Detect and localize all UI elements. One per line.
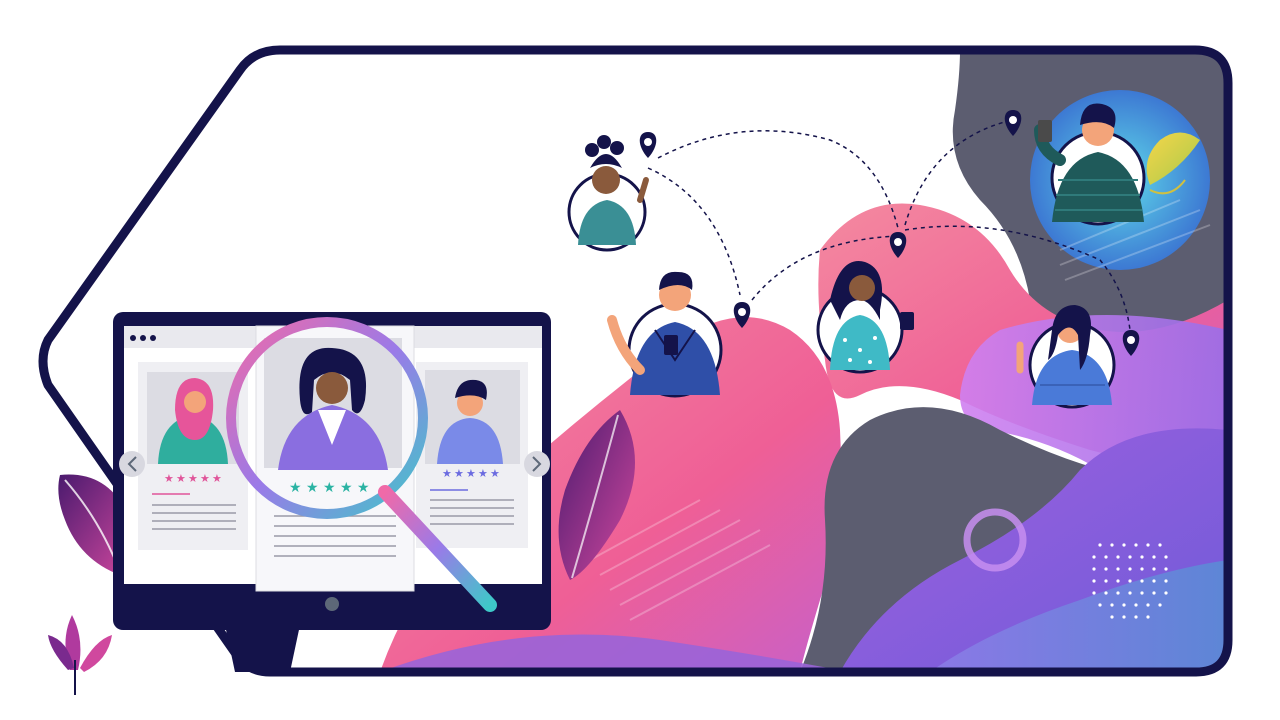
svg-text:★: ★ (164, 472, 174, 485)
profile-card-center[interactable]: ★ ★ ★ ★ ★ (255, 325, 415, 592)
window-dots-icon (130, 335, 156, 341)
illustration-scene: ★ ★ ★ ★ ★ ★ ★ ★ ★ ★ ★ ★ ★ ★ ★ (38, 45, 1233, 695)
star-icon: ★ ★ ★ ★ ★ (164, 472, 222, 485)
leaf-small-bottom-left (48, 615, 112, 695)
svg-text:★: ★ (466, 467, 476, 480)
svg-text:★: ★ (200, 472, 210, 485)
svg-text:★: ★ (306, 480, 319, 496)
carousel-next-button[interactable] (524, 451, 550, 477)
monitor-stand (225, 625, 300, 672)
star-icon: ★ ★ ★ ★ ★ (289, 480, 370, 496)
svg-text:★: ★ (478, 467, 488, 480)
svg-text:★: ★ (212, 472, 222, 485)
svg-text:★: ★ (340, 480, 353, 496)
svg-text:★: ★ (454, 467, 464, 480)
svg-text:★: ★ (176, 472, 186, 485)
svg-text:★: ★ (442, 467, 452, 480)
profile-card-right[interactable]: ★ ★ ★ ★ ★ (416, 362, 528, 548)
svg-text:★: ★ (188, 472, 198, 485)
svg-text:★: ★ (323, 480, 336, 496)
carousel-prev-button[interactable] (119, 451, 145, 477)
star-icon: ★ ★ ★ ★ ★ (442, 467, 500, 480)
monitor: ★ ★ ★ ★ ★ ★ ★ ★ ★ ★ ★ ★ ★ ★ ★ (113, 312, 551, 672)
svg-text:★: ★ (357, 480, 370, 496)
svg-text:★: ★ (490, 467, 500, 480)
monitor-camera (325, 597, 339, 611)
svg-text:★: ★ (289, 480, 302, 496)
